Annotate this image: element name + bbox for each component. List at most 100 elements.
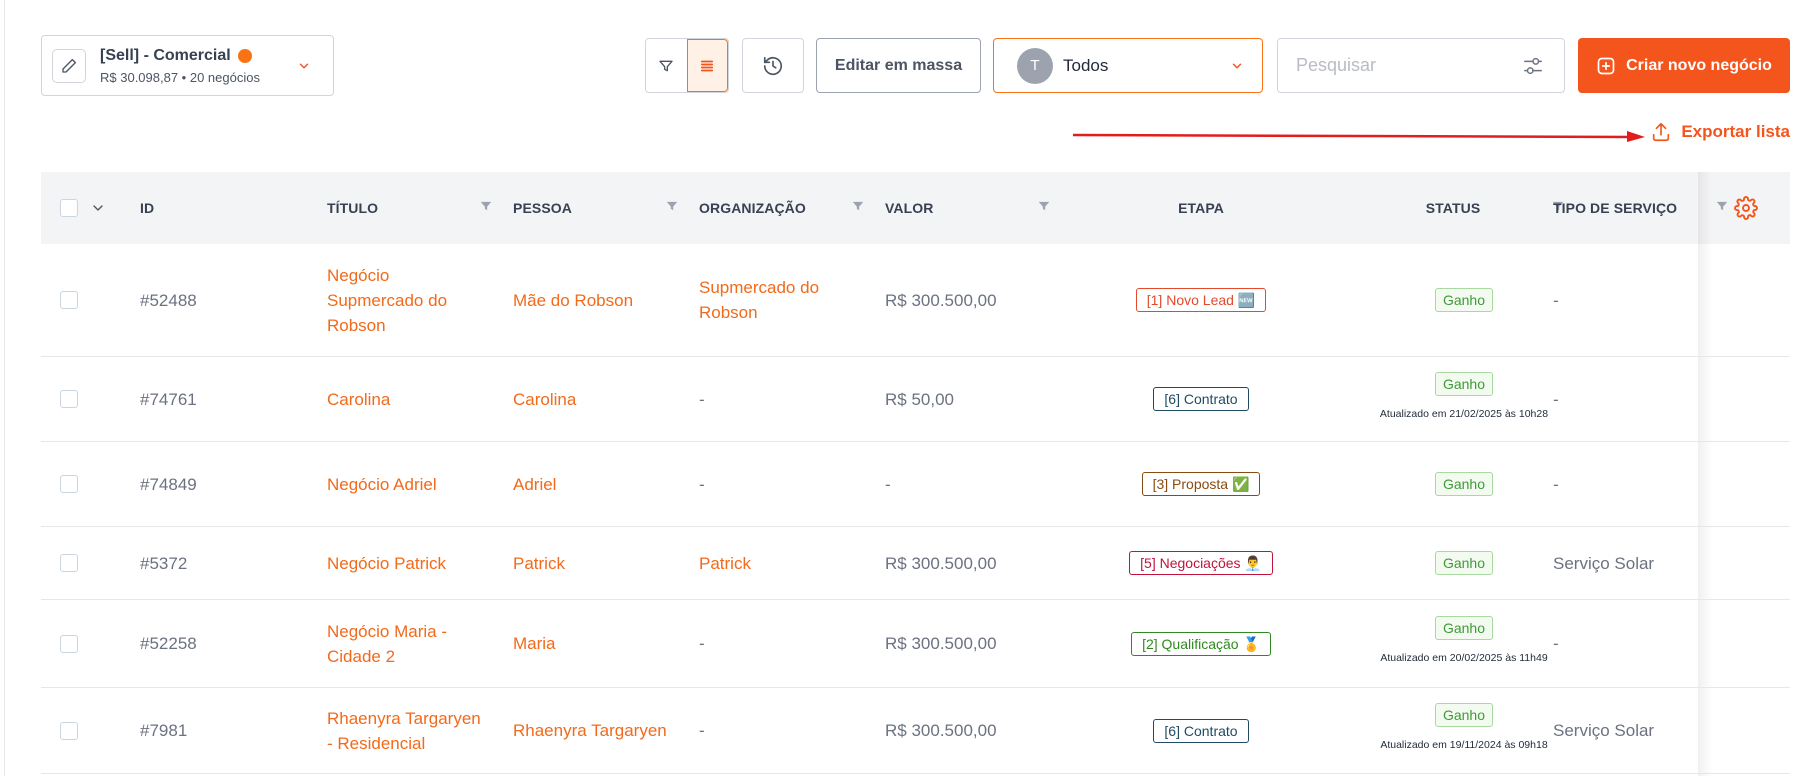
organization-value: - bbox=[699, 474, 705, 494]
deal-title-link[interactable]: Negócio Patrick bbox=[327, 527, 477, 599]
stage-badge: [1] Novo Lead 🆕 bbox=[1135, 288, 1267, 312]
page-left-border bbox=[4, 0, 5, 776]
stage-badge: [5] Negociações 👨‍💼 bbox=[1129, 551, 1273, 575]
column-header-tipo-servico[interactable]: TIPO DE SERVIÇO bbox=[1553, 172, 1743, 244]
service-type: - bbox=[1553, 389, 1559, 409]
deal-id: #7981 bbox=[140, 721, 188, 740]
history-icon bbox=[763, 56, 783, 75]
avatar: T bbox=[1017, 47, 1053, 84]
pipeline-status-dot bbox=[237, 48, 252, 63]
person-link[interactable]: Mãe do Robson bbox=[513, 244, 683, 356]
status-updated-text: Atualizado em 20/02/2025 às 11h49 bbox=[1380, 652, 1548, 664]
chevron-down-icon bbox=[299, 63, 309, 68]
row-checkbox[interactable] bbox=[60, 475, 78, 493]
filter-icon[interactable] bbox=[665, 199, 679, 213]
person-link[interactable]: Adriel bbox=[513, 442, 683, 526]
table-row[interactable]: #5372 Negócio Patrick Patrick Patrick R$… bbox=[41, 527, 1790, 600]
deal-id: #52258 bbox=[140, 634, 197, 653]
filter-icon[interactable] bbox=[1715, 199, 1729, 213]
deal-id: #52488 bbox=[140, 290, 197, 310]
stage-badge: [2] Qualificação 🏅 bbox=[1131, 631, 1271, 656]
person-link[interactable]: Carolina bbox=[513, 357, 683, 441]
owner-filter-value: Todos bbox=[1063, 55, 1109, 75]
column-header-label: ID bbox=[140, 200, 155, 216]
deal-value: R$ 300.500,00 bbox=[885, 721, 997, 740]
deal-title-link[interactable]: Negócio Maria - Cidade 2 bbox=[327, 600, 477, 687]
status-badge: Ganho bbox=[1434, 472, 1494, 496]
column-header-label: TÍTULO bbox=[327, 200, 379, 216]
column-header-label: TIPO DE SERVIÇO bbox=[1553, 200, 1678, 216]
chevron-down-icon[interactable] bbox=[90, 200, 106, 216]
organization-link[interactable]: Patrick bbox=[699, 527, 849, 599]
deal-title-link[interactable]: Negócio Supmercado do Robson bbox=[327, 244, 477, 356]
status-badge: Ganho bbox=[1434, 551, 1494, 575]
filter-settings-icon[interactable] bbox=[1522, 55, 1544, 77]
service-type: Serviço Solar bbox=[1553, 721, 1655, 740]
list-view-button[interactable] bbox=[686, 39, 728, 92]
filter-icon[interactable] bbox=[1037, 199, 1051, 213]
owner-filter-select[interactable]: T Todos bbox=[993, 38, 1263, 93]
plus-square-icon bbox=[1597, 57, 1615, 74]
history-button[interactable] bbox=[742, 38, 804, 93]
pencil-icon bbox=[62, 58, 77, 73]
service-type: Serviço Solar bbox=[1553, 553, 1655, 573]
search-box bbox=[1277, 38, 1565, 93]
stage-badge: [6] Contrato bbox=[1153, 718, 1249, 743]
column-header-organizacao[interactable]: ORGANIZAÇÃO bbox=[699, 172, 865, 244]
status-updated-text: Atualizado em 21/02/2025 às 10h28 bbox=[1379, 407, 1549, 420]
row-checkbox[interactable] bbox=[60, 634, 78, 653]
column-header-titulo[interactable]: TÍTULO bbox=[327, 172, 493, 244]
service-type: - bbox=[1553, 474, 1559, 494]
organization-link[interactable]: Supmercado do Robson bbox=[699, 244, 849, 356]
row-checkbox[interactable] bbox=[60, 554, 78, 572]
search-input[interactable] bbox=[1296, 55, 1506, 76]
service-type: - bbox=[1553, 634, 1559, 653]
mass-edit-button[interactable]: Editar em massa bbox=[816, 38, 981, 93]
person-link[interactable]: Rhaenyra Targaryen bbox=[513, 688, 693, 773]
status-updated-text: Atualizado em 19/11/2024 às 09h18 bbox=[1380, 739, 1548, 751]
column-header-label: ETAPA bbox=[1178, 200, 1224, 216]
filter-icon[interactable] bbox=[479, 199, 493, 213]
deal-id: #74849 bbox=[140, 474, 197, 494]
table-row[interactable]: #74761 Carolina Carolina - R$ 50,00 [6] … bbox=[41, 357, 1790, 442]
table-row[interactable]: #52488 Negócio Supmercado do Robson Mãe … bbox=[41, 244, 1790, 357]
pipeline-selector[interactable]: [Sell] - Comercial R$ 30.098,87 • 20 neg… bbox=[41, 35, 334, 96]
organization-value: - bbox=[699, 721, 705, 740]
filter-icon[interactable] bbox=[851, 199, 865, 213]
column-header-label: ORGANIZAÇÃO bbox=[699, 200, 806, 216]
table-row[interactable]: #74849 Negócio Adriel Adriel - - [3] Pro… bbox=[41, 442, 1790, 527]
create-deal-button[interactable]: Criar novo negócio bbox=[1578, 38, 1790, 93]
column-header-etapa[interactable]: ETAPA bbox=[1071, 172, 1331, 244]
column-header-valor[interactable]: VALOR bbox=[885, 172, 1051, 244]
upload-icon bbox=[1653, 122, 1670, 142]
person-link[interactable]: Maria bbox=[513, 600, 683, 687]
view-toggle bbox=[645, 38, 729, 93]
deal-title-link[interactable]: Rhaenyra Targaryen - Residencial bbox=[327, 688, 487, 773]
column-header-label: PESSOA bbox=[513, 200, 572, 216]
export-list-button[interactable]: Exportar lista bbox=[1650, 121, 1790, 143]
column-header-label: STATUS bbox=[1425, 200, 1481, 216]
funnel-view-button[interactable] bbox=[646, 39, 687, 92]
table-row[interactable]: #7981 Rhaenyra Targaryen - Residencial R… bbox=[41, 688, 1790, 774]
edit-pipeline-button[interactable] bbox=[52, 48, 86, 83]
deal-id: #74761 bbox=[140, 389, 197, 409]
column-header-id[interactable]: ID bbox=[140, 172, 320, 244]
deal-title-link[interactable]: Carolina bbox=[327, 357, 477, 441]
row-checkbox[interactable] bbox=[60, 390, 78, 408]
gear-icon[interactable] bbox=[1734, 196, 1758, 220]
table-row[interactable]: #52258 Negócio Maria - Cidade 2 Maria - … bbox=[41, 600, 1790, 688]
pipeline-name: [Sell] - Comercial bbox=[100, 46, 231, 64]
select-all-checkbox[interactable] bbox=[60, 199, 78, 217]
person-link[interactable]: Patrick bbox=[513, 527, 683, 599]
status-badge: Ganho bbox=[1434, 288, 1494, 312]
row-checkbox[interactable] bbox=[60, 721, 78, 740]
column-header-status[interactable]: STATUS bbox=[1341, 172, 1565, 244]
annotation-arrow bbox=[1073, 131, 1645, 142]
row-checkbox[interactable] bbox=[60, 291, 78, 309]
pipeline-summary: R$ 30.098,87 • 20 negócios bbox=[100, 69, 260, 85]
deal-value: R$ 300.500,00 bbox=[885, 634, 997, 653]
deal-title-link[interactable]: Negócio Adriel bbox=[327, 442, 477, 526]
deal-id: #5372 bbox=[140, 553, 188, 573]
list-icon bbox=[701, 60, 714, 71]
column-header-pessoa[interactable]: PESSOA bbox=[513, 172, 679, 244]
